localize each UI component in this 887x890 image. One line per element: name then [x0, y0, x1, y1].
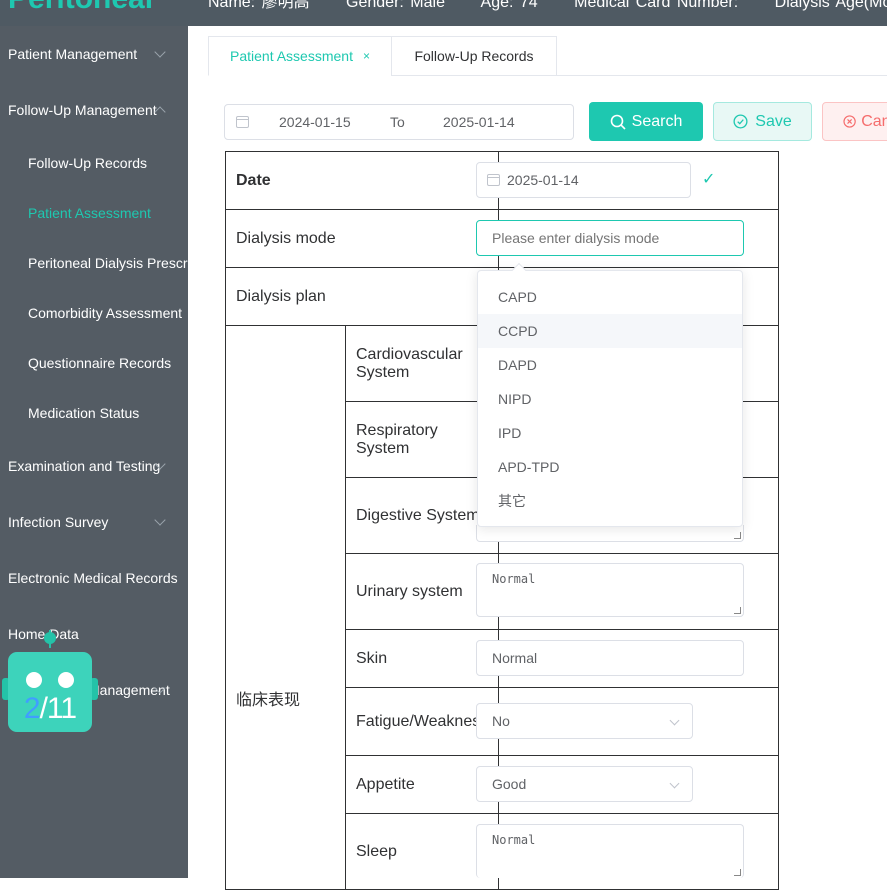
sidebar: Patient Management Follow-Up Management …	[0, 26, 188, 878]
close-icon[interactable]: ×	[363, 49, 370, 63]
cardiovascular-label: Cardiovascular System	[344, 325, 500, 402]
digestive-label: Digestive System	[344, 477, 500, 554]
sidebar-item-follow-up-records[interactable]: Follow-Up Records	[0, 143, 188, 183]
robot-step-counter: 2/11	[23, 692, 77, 725]
patient-name: Name: 廖明高	[208, 0, 310, 11]
tab-patient-assessment[interactable]: Patient Assessment ×	[208, 36, 392, 76]
dropdown-option-ccpd[interactable]: CCPD	[478, 314, 742, 348]
dialysis-mode-dropdown: CAPD CCPD DAPD NIPD IPD APD-TPD 其它	[477, 262, 743, 527]
dialysis-mode-input[interactable]	[476, 220, 744, 256]
appetite-select[interactable]: Good	[476, 766, 693, 802]
sidebar-item-patient-management[interactable]: Patient Management	[0, 34, 188, 74]
fatigue-select[interactable]: No	[476, 703, 693, 739]
check-circle-icon	[733, 114, 748, 129]
sleep-textarea[interactable]: Normal	[476, 824, 744, 878]
sidebar-item-infection-survey[interactable]: Infection Survey	[0, 502, 188, 542]
sidebar-item-comorbidity-assessment[interactable]: Comorbidity Assessment	[0, 293, 188, 333]
sidebar-item-medication-status[interactable]: Medication Status	[0, 393, 188, 433]
chevron-down-icon	[154, 46, 166, 58]
sidebar-item-patient-assessment[interactable]: Patient Assessment	[0, 193, 188, 233]
robot-assistant[interactable]: 2/11	[0, 630, 100, 740]
page-tabs: Patient Assessment × Follow-Up Records	[208, 36, 887, 76]
chevron-down-icon	[669, 715, 680, 726]
medical-card-number: Medical Card Number:	[574, 0, 739, 11]
patient-gender: Gender: Male	[346, 0, 445, 11]
calendar-icon	[487, 174, 500, 186]
tab-follow-up-records[interactable]: Follow-Up Records	[391, 36, 557, 76]
robot-icon: 2/11	[8, 652, 92, 732]
check-icon: ✓	[702, 171, 716, 188]
date-range-picker[interactable]: 2024-01-15 To 2025-01-14	[224, 104, 574, 140]
range-separator: To	[390, 114, 405, 130]
cancel-button[interactable]: Cancel	[822, 102, 887, 141]
sidebar-item-follow-up-management[interactable]: Follow-Up Management	[0, 90, 188, 130]
save-button[interactable]: Save	[713, 102, 812, 141]
date-label: Date	[224, 151, 500, 210]
calendar-icon	[236, 116, 249, 128]
close-circle-icon	[843, 115, 856, 128]
sidebar-item-examination-testing[interactable]: Examination and Testing	[0, 446, 188, 486]
search-icon	[610, 114, 626, 130]
skin-input[interactable]: Normal	[476, 640, 744, 676]
end-date[interactable]: 2025-01-14	[443, 114, 515, 130]
dialysis-mode-label: Dialysis mode	[224, 209, 500, 268]
dropdown-option-dapd[interactable]: DAPD	[478, 348, 742, 382]
chevron-down-icon	[669, 778, 680, 789]
robot-eye	[26, 672, 42, 688]
dropdown-option-other[interactable]: 其它	[478, 484, 742, 518]
dropdown-option-apd-tpd[interactable]: APD-TPD	[478, 450, 742, 484]
urinary-system-textarea[interactable]: Normal	[476, 563, 744, 617]
app-logo: Peritoneal	[8, 0, 153, 16]
dropdown-option-nipd[interactable]: NIPD	[478, 382, 742, 416]
robot-eye	[58, 672, 74, 688]
sidebar-item-pd-prescription[interactable]: Peritoneal Dialysis Prescription	[0, 243, 188, 283]
dialysis-plan-label: Dialysis plan	[224, 267, 500, 326]
dropdown-option-capd[interactable]: CAPD	[478, 280, 742, 314]
chevron-down-icon	[154, 514, 166, 526]
clinical-manifestation-label: 临床表现	[225, 325, 346, 890]
sidebar-item-questionnaire-records[interactable]: Questionnaire Records	[0, 343, 188, 383]
respiratory-label: Respiratory System	[344, 401, 500, 478]
dropdown-option-ipd[interactable]: IPD	[478, 416, 742, 450]
digestive-system-textarea[interactable]	[476, 525, 744, 542]
start-date[interactable]: 2024-01-15	[279, 114, 351, 130]
date-input[interactable]: 2025-01-14	[476, 162, 691, 198]
sidebar-item-electronic-medical-records[interactable]: Electronic Medical Records	[0, 558, 188, 598]
dialysis-age: Dialysis Age(Month): 6	[774, 0, 887, 11]
patient-age: Age: 74	[480, 0, 538, 11]
top-bar: Peritoneal Name: 廖明高 Gender: Male Age: 7…	[0, 0, 887, 26]
patient-info: Name: 廖明高 Gender: Male Age: 74 Medical C…	[208, 0, 887, 12]
search-button[interactable]: Search	[589, 102, 703, 141]
